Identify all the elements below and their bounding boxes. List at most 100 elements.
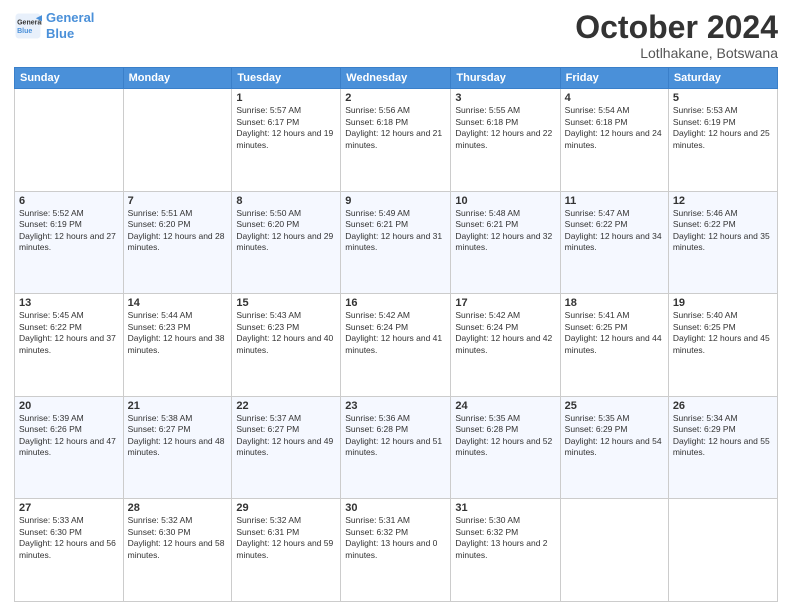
day-info: Sunrise: 5:31 AM Sunset: 6:32 PM Dayligh…	[345, 515, 446, 561]
table-row: 10Sunrise: 5:48 AM Sunset: 6:21 PM Dayli…	[451, 191, 560, 294]
table-row: 17Sunrise: 5:42 AM Sunset: 6:24 PM Dayli…	[451, 294, 560, 397]
table-row: 18Sunrise: 5:41 AM Sunset: 6:25 PM Dayli…	[560, 294, 668, 397]
day-info: Sunrise: 5:51 AM Sunset: 6:20 PM Dayligh…	[128, 208, 228, 254]
day-number: 28	[128, 502, 228, 514]
day-number: 1	[236, 92, 336, 104]
day-number: 21	[128, 400, 228, 412]
col-saturday: Saturday	[668, 68, 777, 89]
day-info: Sunrise: 5:30 AM Sunset: 6:32 PM Dayligh…	[455, 515, 555, 561]
day-number: 25	[565, 400, 664, 412]
day-info: Sunrise: 5:32 AM Sunset: 6:31 PM Dayligh…	[236, 515, 336, 561]
day-number: 13	[19, 297, 119, 309]
calendar-week-row: 1Sunrise: 5:57 AM Sunset: 6:17 PM Daylig…	[15, 89, 778, 192]
day-info: Sunrise: 5:43 AM Sunset: 6:23 PM Dayligh…	[236, 310, 336, 356]
day-info: Sunrise: 5:55 AM Sunset: 6:18 PM Dayligh…	[455, 105, 555, 151]
table-row: 30Sunrise: 5:31 AM Sunset: 6:32 PM Dayli…	[341, 499, 451, 602]
day-info: Sunrise: 5:38 AM Sunset: 6:27 PM Dayligh…	[128, 413, 228, 459]
calendar-week-row: 20Sunrise: 5:39 AM Sunset: 6:26 PM Dayli…	[15, 396, 778, 499]
table-row: 24Sunrise: 5:35 AM Sunset: 6:28 PM Dayli…	[451, 396, 560, 499]
table-row: 25Sunrise: 5:35 AM Sunset: 6:29 PM Dayli…	[560, 396, 668, 499]
table-row	[123, 89, 232, 192]
day-number: 19	[673, 297, 773, 309]
table-row: 29Sunrise: 5:32 AM Sunset: 6:31 PM Dayli…	[232, 499, 341, 602]
logo-icon: General Blue	[14, 12, 42, 40]
day-info: Sunrise: 5:35 AM Sunset: 6:28 PM Dayligh…	[455, 413, 555, 459]
calendar-week-row: 6Sunrise: 5:52 AM Sunset: 6:19 PM Daylig…	[15, 191, 778, 294]
day-info: Sunrise: 5:35 AM Sunset: 6:29 PM Dayligh…	[565, 413, 664, 459]
table-row: 7Sunrise: 5:51 AM Sunset: 6:20 PM Daylig…	[123, 191, 232, 294]
day-number: 14	[128, 297, 228, 309]
day-info: Sunrise: 5:45 AM Sunset: 6:22 PM Dayligh…	[19, 310, 119, 356]
day-info: Sunrise: 5:57 AM Sunset: 6:17 PM Dayligh…	[236, 105, 336, 151]
day-number: 5	[673, 92, 773, 104]
day-number: 3	[455, 92, 555, 104]
day-info: Sunrise: 5:32 AM Sunset: 6:30 PM Dayligh…	[128, 515, 228, 561]
day-info: Sunrise: 5:54 AM Sunset: 6:18 PM Dayligh…	[565, 105, 664, 151]
day-number: 16	[345, 297, 446, 309]
table-row: 3Sunrise: 5:55 AM Sunset: 6:18 PM Daylig…	[451, 89, 560, 192]
day-info: Sunrise: 5:50 AM Sunset: 6:20 PM Dayligh…	[236, 208, 336, 254]
day-number: 11	[565, 195, 664, 207]
col-friday: Friday	[560, 68, 668, 89]
day-info: Sunrise: 5:34 AM Sunset: 6:29 PM Dayligh…	[673, 413, 773, 459]
day-info: Sunrise: 5:42 AM Sunset: 6:24 PM Dayligh…	[455, 310, 555, 356]
svg-text:Blue: Blue	[17, 28, 32, 35]
col-wednesday: Wednesday	[341, 68, 451, 89]
day-number: 2	[345, 92, 446, 104]
table-row	[668, 499, 777, 602]
table-row: 31Sunrise: 5:30 AM Sunset: 6:32 PM Dayli…	[451, 499, 560, 602]
day-number: 24	[455, 400, 555, 412]
day-info: Sunrise: 5:36 AM Sunset: 6:28 PM Dayligh…	[345, 413, 446, 459]
day-info: Sunrise: 5:52 AM Sunset: 6:19 PM Dayligh…	[19, 208, 119, 254]
table-row: 1Sunrise: 5:57 AM Sunset: 6:17 PM Daylig…	[232, 89, 341, 192]
subtitle: Lotlhakane, Botswana	[575, 45, 778, 61]
day-info: Sunrise: 5:44 AM Sunset: 6:23 PM Dayligh…	[128, 310, 228, 356]
day-number: 23	[345, 400, 446, 412]
table-row	[15, 89, 124, 192]
table-row: 11Sunrise: 5:47 AM Sunset: 6:22 PM Dayli…	[560, 191, 668, 294]
day-info: Sunrise: 5:39 AM Sunset: 6:26 PM Dayligh…	[19, 413, 119, 459]
day-info: Sunrise: 5:56 AM Sunset: 6:18 PM Dayligh…	[345, 105, 446, 151]
day-number: 10	[455, 195, 555, 207]
title-block: October 2024 Lotlhakane, Botswana	[575, 10, 778, 61]
calendar-header-row: Sunday Monday Tuesday Wednesday Thursday…	[15, 68, 778, 89]
calendar-week-row: 13Sunrise: 5:45 AM Sunset: 6:22 PM Dayli…	[15, 294, 778, 397]
day-number: 30	[345, 502, 446, 514]
day-info: Sunrise: 5:37 AM Sunset: 6:27 PM Dayligh…	[236, 413, 336, 459]
table-row: 15Sunrise: 5:43 AM Sunset: 6:23 PM Dayli…	[232, 294, 341, 397]
table-row	[560, 499, 668, 602]
day-info: Sunrise: 5:48 AM Sunset: 6:21 PM Dayligh…	[455, 208, 555, 254]
table-row: 6Sunrise: 5:52 AM Sunset: 6:19 PM Daylig…	[15, 191, 124, 294]
day-number: 8	[236, 195, 336, 207]
calendar-table: Sunday Monday Tuesday Wednesday Thursday…	[14, 67, 778, 602]
day-number: 29	[236, 502, 336, 514]
logo: General Blue General Blue	[14, 10, 94, 41]
day-number: 7	[128, 195, 228, 207]
day-info: Sunrise: 5:41 AM Sunset: 6:25 PM Dayligh…	[565, 310, 664, 356]
day-number: 20	[19, 400, 119, 412]
table-row: 5Sunrise: 5:53 AM Sunset: 6:19 PM Daylig…	[668, 89, 777, 192]
col-tuesday: Tuesday	[232, 68, 341, 89]
page: General Blue General Blue October 2024 Lo…	[0, 0, 792, 612]
table-row: 21Sunrise: 5:38 AM Sunset: 6:27 PM Dayli…	[123, 396, 232, 499]
day-info: Sunrise: 5:47 AM Sunset: 6:22 PM Dayligh…	[565, 208, 664, 254]
day-info: Sunrise: 5:49 AM Sunset: 6:21 PM Dayligh…	[345, 208, 446, 254]
main-title: October 2024	[575, 10, 778, 45]
day-info: Sunrise: 5:40 AM Sunset: 6:25 PM Dayligh…	[673, 310, 773, 356]
table-row: 28Sunrise: 5:32 AM Sunset: 6:30 PM Dayli…	[123, 499, 232, 602]
day-number: 4	[565, 92, 664, 104]
day-number: 17	[455, 297, 555, 309]
day-info: Sunrise: 5:33 AM Sunset: 6:30 PM Dayligh…	[19, 515, 119, 561]
table-row: 22Sunrise: 5:37 AM Sunset: 6:27 PM Dayli…	[232, 396, 341, 499]
table-row: 13Sunrise: 5:45 AM Sunset: 6:22 PM Dayli…	[15, 294, 124, 397]
col-monday: Monday	[123, 68, 232, 89]
table-row: 23Sunrise: 5:36 AM Sunset: 6:28 PM Dayli…	[341, 396, 451, 499]
col-thursday: Thursday	[451, 68, 560, 89]
day-number: 15	[236, 297, 336, 309]
header: General Blue General Blue October 2024 Lo…	[14, 10, 778, 61]
table-row: 16Sunrise: 5:42 AM Sunset: 6:24 PM Dayli…	[341, 294, 451, 397]
table-row: 12Sunrise: 5:46 AM Sunset: 6:22 PM Dayli…	[668, 191, 777, 294]
svg-text:General: General	[17, 19, 42, 26]
day-number: 26	[673, 400, 773, 412]
table-row: 20Sunrise: 5:39 AM Sunset: 6:26 PM Dayli…	[15, 396, 124, 499]
